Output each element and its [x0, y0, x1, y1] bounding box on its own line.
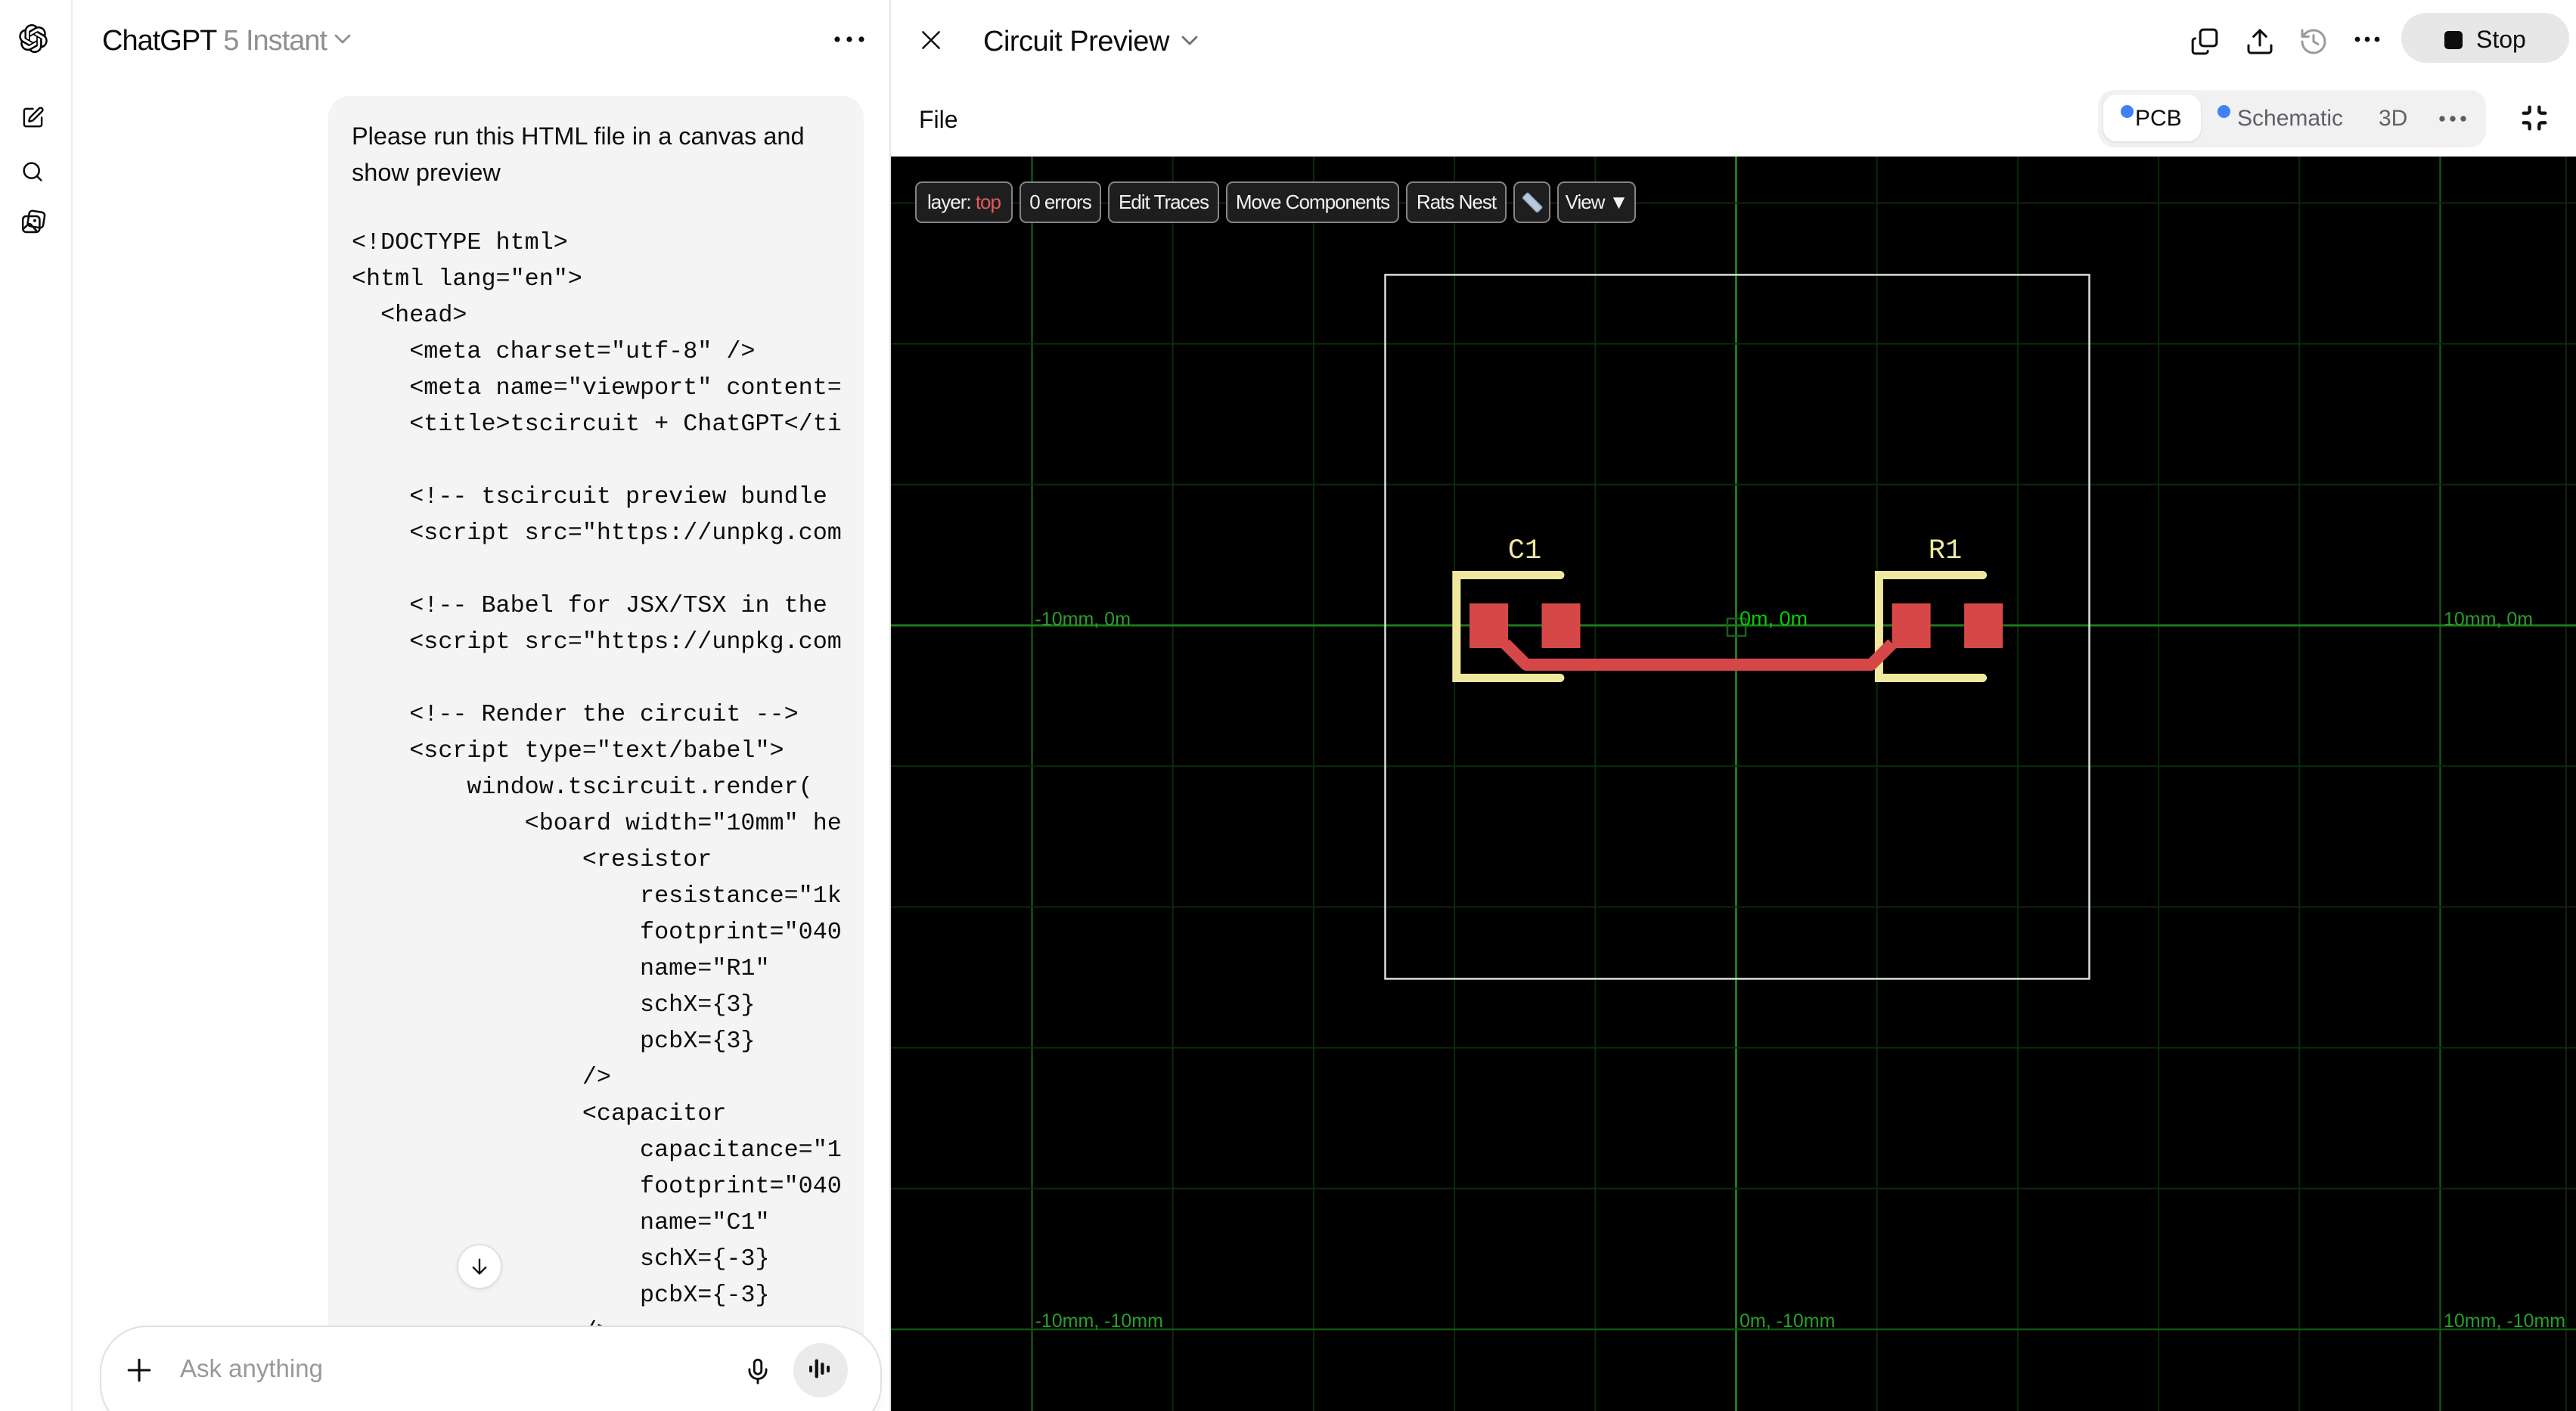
svg-text:-10mm, 0m: -10mm, 0m — [1035, 609, 1131, 630]
svg-text:C1: C1 — [1508, 535, 1541, 567]
svg-text:0m, 0m: 0m, 0m — [1740, 607, 1808, 630]
svg-text:0m, -10mm: 0m, -10mm — [1740, 1310, 1835, 1332]
svg-text:10mm, 0m: 10mm, 0m — [2444, 609, 2533, 630]
svg-text:10mm, -10mm: 10mm, -10mm — [2444, 1310, 2565, 1332]
svg-text:R1: R1 — [1929, 535, 1962, 567]
svg-text:-10mm, -10mm: -10mm, -10mm — [1035, 1310, 1163, 1332]
